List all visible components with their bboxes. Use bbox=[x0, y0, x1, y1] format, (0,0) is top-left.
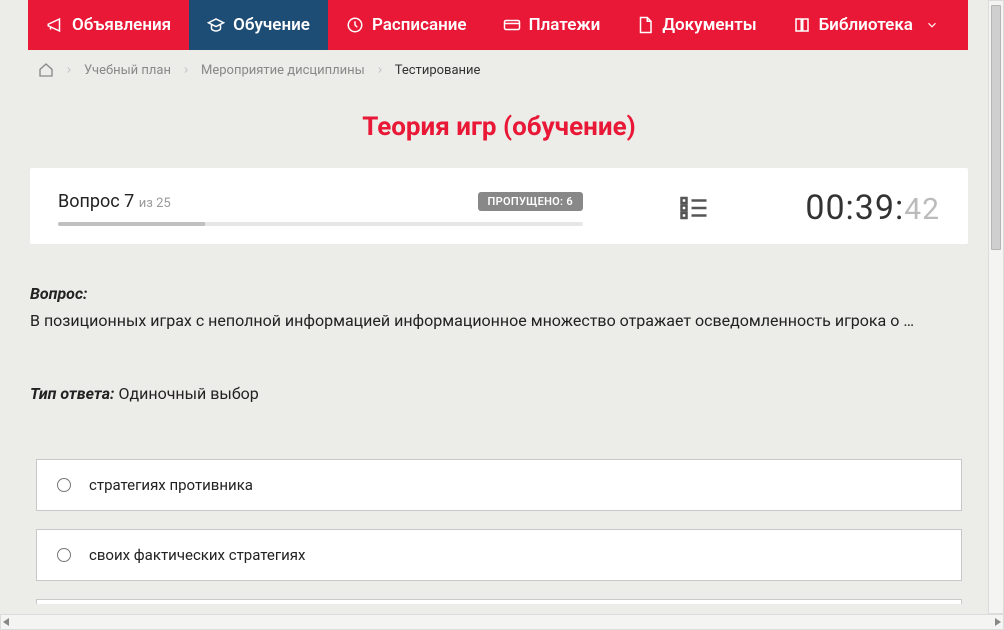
nav-label: Платежи bbox=[529, 15, 601, 35]
option-row-partial[interactable] bbox=[36, 599, 962, 604]
option-radio[interactable] bbox=[57, 478, 71, 492]
chevron-down-icon bbox=[925, 18, 939, 32]
chevron-right-icon bbox=[181, 65, 191, 75]
nav-label: Обучение bbox=[233, 15, 310, 35]
question-text: В позиционных играх с неполной информаци… bbox=[30, 307, 968, 334]
progress-fill bbox=[58, 222, 205, 226]
home-icon[interactable] bbox=[38, 62, 54, 78]
nav-label: Расписание bbox=[372, 15, 467, 35]
breadcrumb: Учебный план Мероприятие дисциплины Тест… bbox=[28, 50, 984, 90]
breadcrumb-event[interactable]: Мероприятие дисциплины bbox=[201, 63, 365, 78]
grad-cap-icon bbox=[207, 16, 225, 34]
page-title: Теория игр (обучение) bbox=[14, 90, 984, 168]
answer-type-value: Одиночный выбор bbox=[118, 384, 258, 403]
option-row[interactable]: своих фактических стратегиях bbox=[36, 529, 962, 581]
nav-schedule[interactable]: Расписание bbox=[328, 0, 485, 50]
nav-education[interactable]: Обучение bbox=[189, 0, 328, 50]
breadcrumb-plan[interactable]: Учебный план bbox=[84, 63, 171, 78]
nav-announcements[interactable]: Объявления bbox=[28, 0, 189, 50]
question-list-icon[interactable] bbox=[679, 193, 709, 223]
nav-label: Объявления bbox=[72, 15, 171, 35]
status-card: Вопрос 7 из 25 ПРОПУЩЕНО: 6 bbox=[30, 168, 968, 244]
megaphone-icon bbox=[46, 16, 64, 34]
nav-documents[interactable]: Документы bbox=[618, 0, 774, 50]
book-icon bbox=[793, 16, 811, 34]
scroll-left-arrow[interactable] bbox=[3, 618, 9, 626]
option-radio[interactable] bbox=[57, 548, 71, 562]
nav-label: Библиотека bbox=[819, 15, 913, 35]
card-icon bbox=[503, 16, 521, 34]
horizontal-scrollbar[interactable] bbox=[0, 614, 1004, 630]
option-label: стратегиях противника bbox=[89, 476, 253, 494]
option-label: своих фактических стратегиях bbox=[89, 546, 305, 564]
skipped-badge: ПРОПУЩЕНО: 6 bbox=[478, 192, 583, 211]
doc-icon bbox=[636, 16, 654, 34]
question-label: Вопрос: bbox=[30, 284, 968, 303]
chevron-right-icon bbox=[64, 65, 74, 75]
scrollbar-thumb[interactable] bbox=[991, 5, 1001, 250]
main-nav: Объявления Обучение Расписание Платежи Д… bbox=[28, 0, 968, 50]
options-list: стратегиях противника своих фактических … bbox=[36, 459, 962, 604]
answer-type-label: Тип ответа: bbox=[30, 384, 114, 403]
nav-library[interactable]: Библиотека bbox=[775, 0, 957, 50]
timer: 00:39:42 bbox=[805, 188, 940, 228]
nav-label: Документы bbox=[662, 15, 756, 35]
vertical-scrollbar[interactable] bbox=[988, 0, 1004, 614]
breadcrumb-current: Тестирование bbox=[395, 63, 481, 78]
nav-payments[interactable]: Платежи bbox=[485, 0, 619, 50]
clock-icon bbox=[346, 16, 364, 34]
progress-bar bbox=[58, 222, 583, 226]
option-row[interactable]: стратегиях противника bbox=[36, 459, 962, 511]
chevron-right-icon bbox=[375, 65, 385, 75]
question-number: Вопрос 7 из 25 bbox=[58, 191, 171, 212]
scroll-right-arrow[interactable] bbox=[995, 618, 1001, 626]
